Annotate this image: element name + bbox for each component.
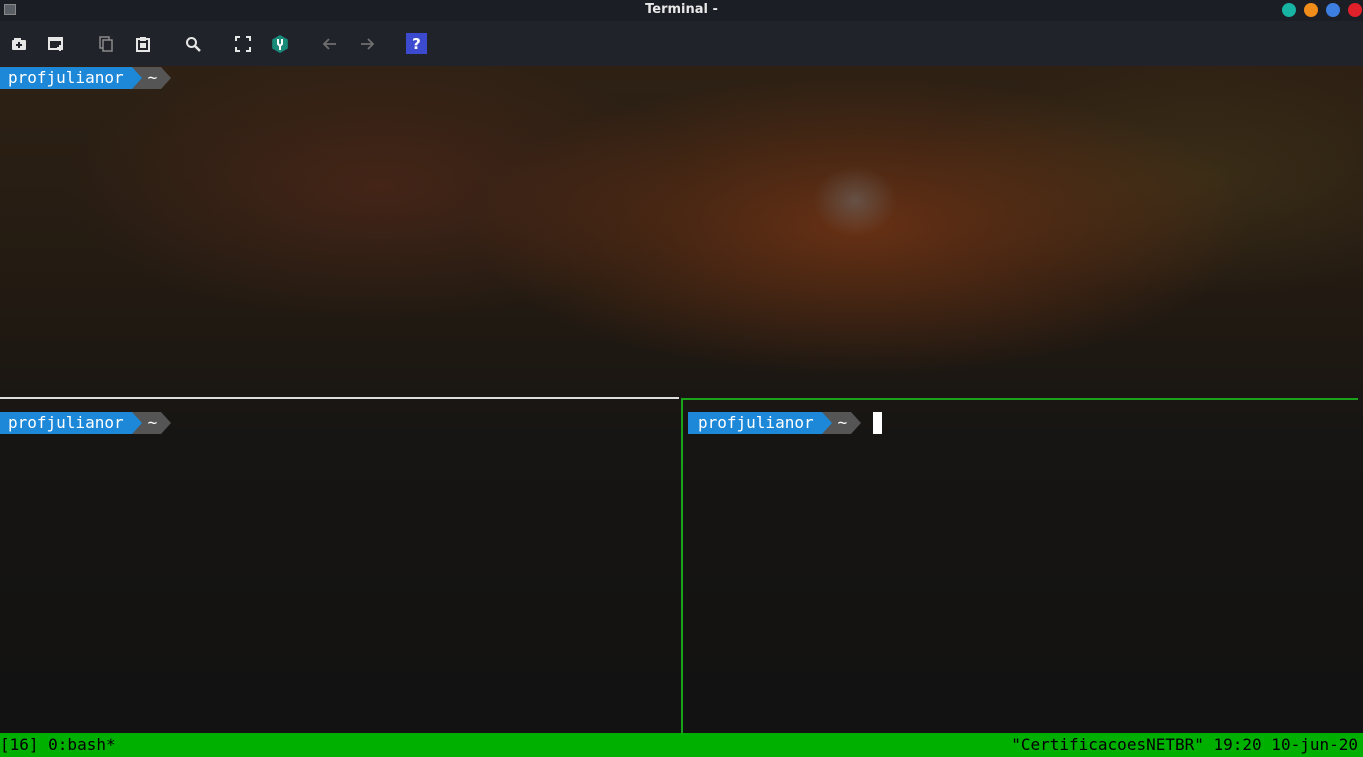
paste-icon[interactable] — [132, 33, 154, 55]
back-arrow-icon[interactable] — [319, 33, 341, 55]
prompt-separator-icon — [131, 412, 142, 434]
prompt-dir: ~ — [141, 412, 162, 434]
prompt-end-icon — [161, 67, 172, 89]
toolbar: ? — [0, 21, 1363, 66]
status-info: "CertificacoesNETBR" 19:20 10-jun-20 — [1011, 735, 1358, 754]
copy-icon[interactable] — [95, 33, 117, 55]
search-icon[interactable] — [182, 33, 204, 55]
pane-bottom-right-active[interactable]: profjulianor ~ — [683, 400, 1358, 733]
text-cursor — [873, 412, 883, 434]
prompt-separator-icon — [131, 67, 142, 89]
tmux-status-bar: [16] 0:bash* "CertificacoesNETBR" 19:20 … — [0, 733, 1363, 757]
prompt-dir: ~ — [141, 67, 162, 89]
restore-button[interactable] — [1326, 3, 1340, 17]
prompt-separator-icon — [821, 412, 832, 434]
minimize-button[interactable] — [1282, 3, 1296, 17]
pane-bottom-left[interactable]: profjulianor ~ — [0, 399, 679, 733]
forward-arrow-icon[interactable] — [356, 33, 378, 55]
shell-prompt: profjulianor ~ — [0, 67, 172, 89]
help-icon[interactable]: ? — [406, 33, 427, 54]
prompt-end-icon — [851, 412, 862, 434]
close-button[interactable] — [1348, 3, 1362, 17]
terminal-area[interactable]: profjulianor ~ profjulianor ~ profjulian… — [0, 66, 1363, 733]
prompt-user: profjulianor — [0, 67, 132, 89]
prompt-end-icon — [161, 412, 172, 434]
window-title: Terminal - — [645, 2, 718, 17]
shell-prompt: profjulianor ~ — [0, 412, 172, 434]
settings-wrench-icon[interactable] — [269, 33, 291, 55]
maximize-button[interactable] — [1304, 3, 1318, 17]
prompt-dir: ~ — [831, 412, 852, 434]
shell-prompt: profjulianor ~ — [688, 412, 883, 434]
prompt-user: profjulianor — [688, 412, 822, 434]
status-session: [16] 0:bash* — [0, 735, 116, 754]
fullscreen-icon[interactable] — [232, 33, 254, 55]
new-tab-icon[interactable] — [8, 33, 30, 55]
new-window-icon[interactable] — [45, 33, 67, 55]
pane-top[interactable]: profjulianor ~ — [0, 66, 1363, 397]
title-bar: Terminal - — [0, 0, 1363, 21]
prompt-user: profjulianor — [0, 412, 132, 434]
